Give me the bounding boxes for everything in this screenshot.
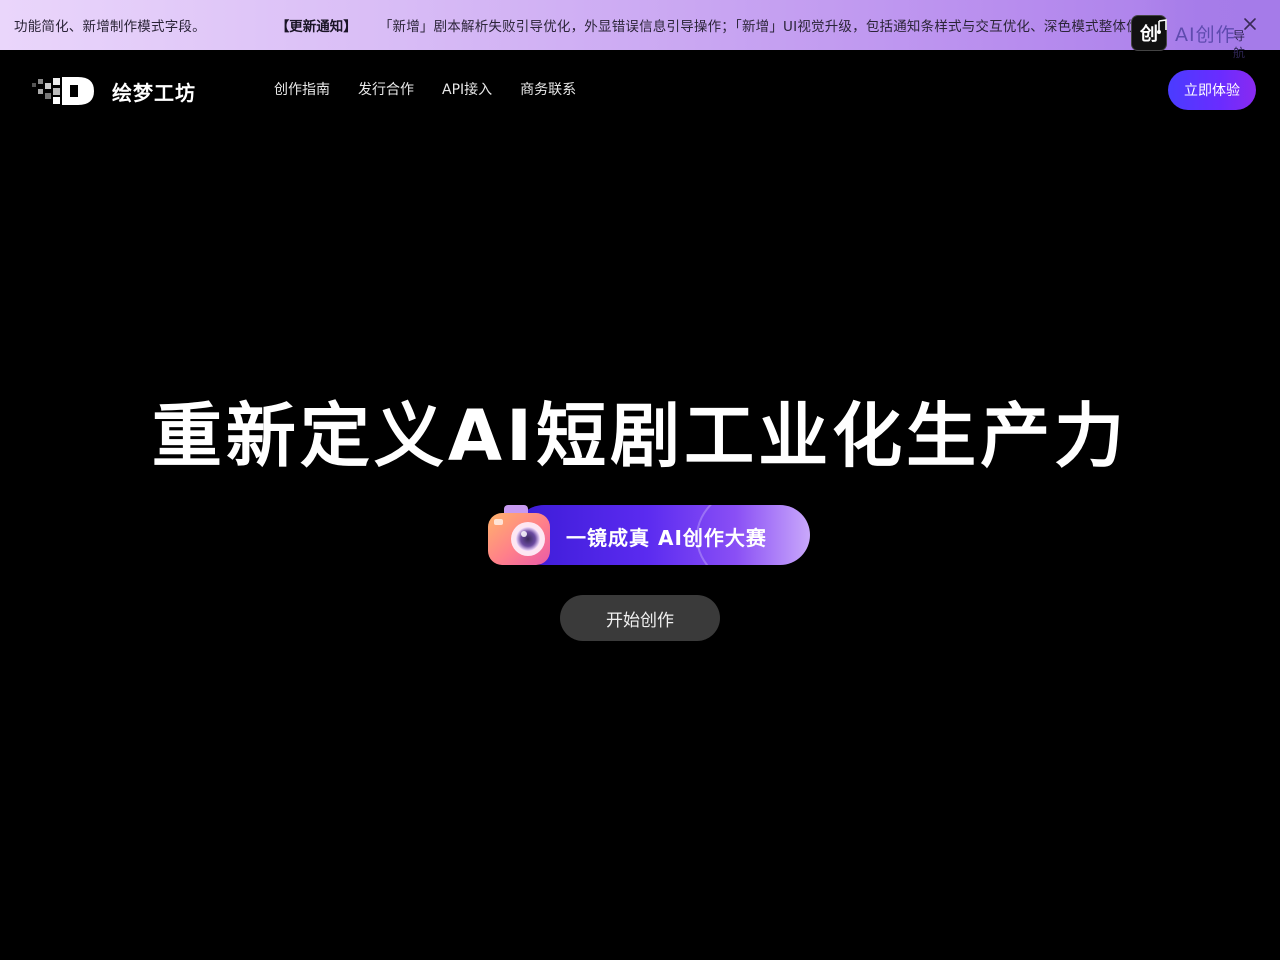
camera-icon (488, 505, 550, 565)
logo[interactable]: 绘梦工坊 (32, 74, 196, 108)
contest-banner[interactable]: 一镜成真 AI创作大赛 (486, 503, 811, 567)
nav-item-guide[interactable]: 创作指南 (274, 79, 330, 99)
site-header: 绘梦工坊 创作指南 发行合作 API接入 商务联系 立即体验 (0, 50, 1280, 130)
notice-prev-text: 功能简化、新增制作模式字段。 (14, 19, 206, 35)
ai-creation-nav[interactable]: 创 AI创作 导航 (1131, 14, 1245, 60)
main-nav: 创作指南 发行合作 API接入 商务联系 (274, 79, 576, 99)
contest-label: 一镜成真 AI创作大赛 (566, 526, 767, 550)
music-note-icon (1157, 19, 1167, 34)
nav-item-business[interactable]: 商务联系 (520, 79, 576, 99)
hero-title: 重新定义AI短剧工业化生产力 (151, 395, 1129, 477)
try-now-button[interactable]: 立即体验 (1168, 70, 1256, 110)
notice-bar: 功能简化、新增制作模式字段。 【更新通知】 「新增」剧本解析失败引导优化，外显错… (0, 0, 1280, 50)
nav-item-api[interactable]: API接入 (442, 79, 492, 99)
notice-marquee: 功能简化、新增制作模式字段。 【更新通知】 「新增」剧本解析失败引导优化，外显错… (14, 0, 1154, 50)
start-creating-button[interactable]: 开始创作 (560, 595, 720, 641)
logo-text: 绘梦工坊 (112, 80, 196, 105)
ai-nav-label: AI创作 (1175, 23, 1236, 46)
notice-text: 「新增」剧本解析失败引导优化，外显错误信息引导操作；「新增」UI视觉升级，包括通… (378, 19, 1154, 35)
logo-mark-icon (32, 77, 94, 105)
notice-tag: 【更新通知】 (275, 19, 357, 35)
ai-nav-icon: 创 (1131, 15, 1167, 51)
nav-item-publishing[interactable]: 发行合作 (358, 79, 414, 99)
